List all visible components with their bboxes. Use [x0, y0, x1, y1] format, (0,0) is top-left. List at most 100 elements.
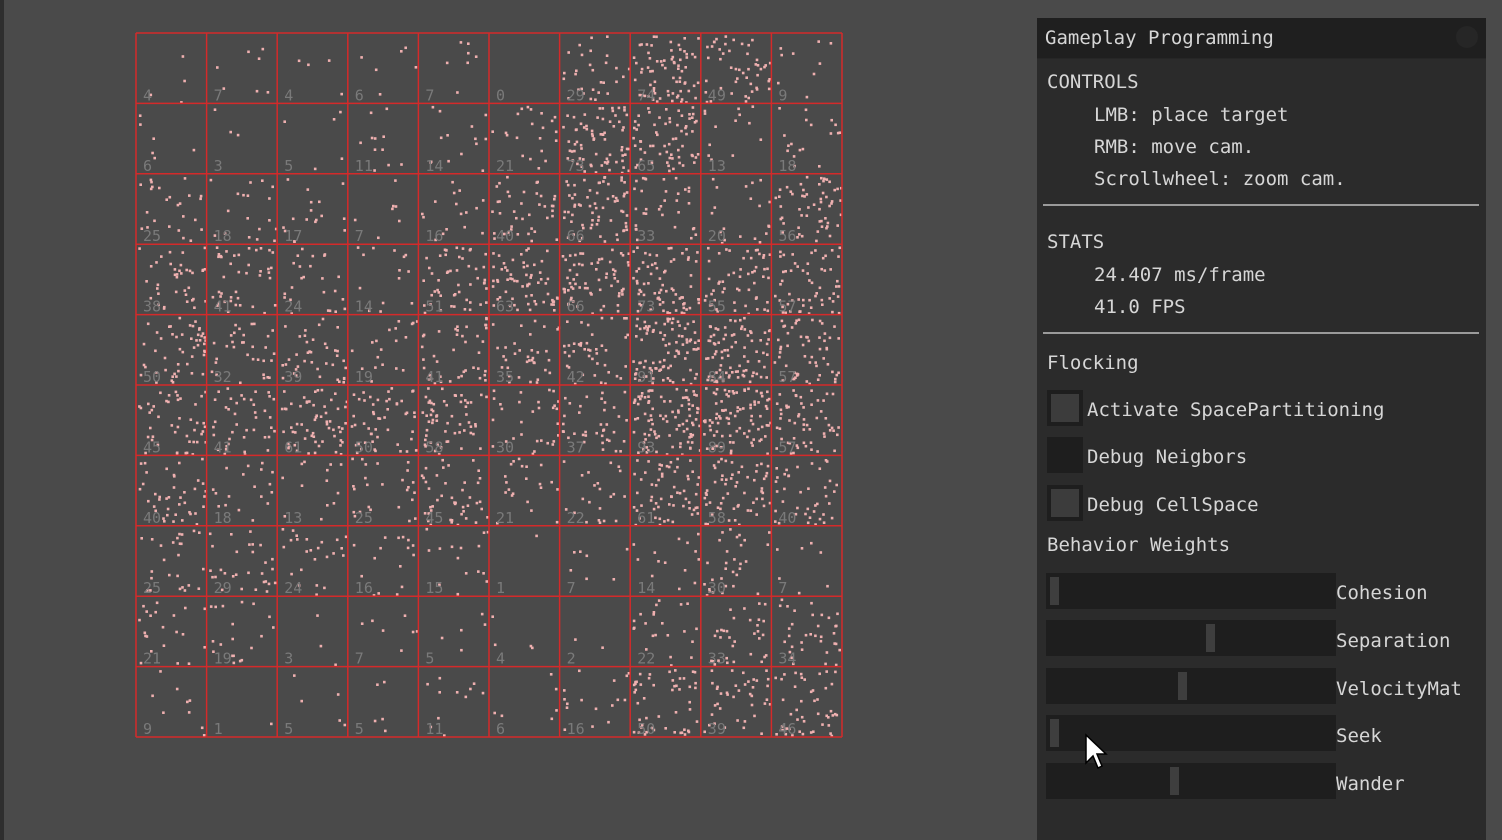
agent: [667, 142, 671, 146]
agent: [183, 589, 187, 592]
agent: [653, 433, 657, 436]
slider-thumb[interactable]: [1178, 672, 1188, 700]
separation-slider[interactable]: [1046, 620, 1336, 656]
agent: [460, 152, 463, 156]
agent: [653, 551, 657, 554]
agent: [479, 303, 482, 306]
agent: [159, 544, 163, 547]
cell-count-label: 11: [355, 157, 373, 175]
agent: [314, 440, 317, 444]
collapse-button[interactable]: [1456, 26, 1478, 48]
debug-cellspace-checkbox[interactable]: [1047, 485, 1083, 521]
agent: [458, 423, 462, 426]
slider-thumb[interactable]: [1205, 624, 1215, 652]
agent: [237, 270, 241, 274]
agent: [818, 165, 821, 168]
world-canvas[interactable]: 4 7 4 6 7 0 29 74 49 96 3 5 11 14 21 73 65 13 1825 18 17 7 16 4…: [0, 0, 1000, 840]
agent: [590, 129, 594, 133]
agent: [575, 128, 578, 131]
agent: [203, 342, 206, 346]
agent: [835, 373, 839, 377]
agent: [302, 275, 305, 279]
agent: [730, 669, 734, 672]
agent: [246, 353, 249, 357]
agent: [438, 547, 442, 550]
agent: [335, 538, 339, 542]
agent: [799, 182, 803, 186]
agent: [766, 390, 769, 394]
agent: [790, 622, 794, 626]
agent: [687, 477, 690, 481]
agent: [367, 427, 370, 430]
agent: [677, 43, 681, 47]
agent: [460, 394, 463, 397]
slider-thumb[interactable]: [1170, 767, 1180, 795]
agent: [790, 645, 794, 649]
agent: [805, 423, 809, 427]
debug-neighbors-checkbox[interactable]: [1047, 437, 1083, 473]
agent: [145, 635, 149, 638]
debug-neighbors-label[interactable]: Debug Neigbors: [1087, 446, 1247, 468]
agent: [692, 320, 695, 323]
agent: [263, 409, 267, 413]
agent: [801, 269, 805, 272]
velocity-match-slider[interactable]: [1046, 668, 1336, 704]
agent: [524, 294, 528, 298]
agent: [298, 335, 302, 338]
agent: [728, 249, 731, 252]
space-partitioning-label[interactable]: Activate SpacePartitioning: [1087, 399, 1384, 421]
agent: [616, 309, 620, 313]
agent: [192, 346, 196, 349]
agent: [316, 389, 320, 392]
cohesion-slider[interactable]: [1046, 573, 1336, 609]
cell-count-label: 13: [708, 157, 726, 175]
agent: [639, 361, 642, 364]
agent: [506, 175, 509, 179]
panel-titlebar[interactable]: Gameplay Programming: [1037, 18, 1486, 59]
agent: [196, 333, 200, 337]
agent: [707, 56, 710, 60]
agent: [818, 207, 821, 211]
slider-thumb[interactable]: [1050, 577, 1059, 605]
agent: [603, 363, 607, 367]
agent: [596, 482, 600, 485]
agent: [778, 107, 781, 110]
agent: [766, 684, 769, 688]
agent: [436, 288, 439, 292]
cell-count-label: 9: [778, 86, 787, 104]
agent: [151, 151, 154, 155]
cell-count-label: 40: [778, 509, 796, 527]
debug-cellspace-label[interactable]: Debug CellSpace: [1087, 494, 1259, 516]
space-partitioning-checkbox[interactable]: [1047, 390, 1083, 426]
agent: [659, 60, 663, 63]
agent: [598, 288, 602, 292]
agent: [721, 409, 724, 412]
agent: [640, 67, 644, 71]
agent: [691, 130, 694, 133]
agent: [710, 211, 714, 215]
agent: [410, 302, 414, 305]
agent: [153, 156, 156, 160]
agent: [504, 131, 508, 135]
agent: [763, 267, 766, 271]
agent: [469, 283, 472, 286]
agent: [681, 422, 685, 426]
agent: [165, 497, 168, 500]
cell-count-label: 30: [496, 438, 514, 456]
agent: [804, 108, 808, 112]
agent: [563, 351, 567, 354]
slider-thumb[interactable]: [1050, 719, 1059, 747]
agent: [703, 112, 707, 115]
agent: [760, 490, 763, 493]
agent: [743, 432, 746, 435]
agent: [284, 325, 287, 328]
agent: [794, 394, 798, 397]
agent: [705, 387, 708, 390]
game-world[interactable]: 4 7 4 6 7 0 29 74 49 9 6 3 5 11 14 21 73 65 13 18 25 18 17 7 16 4…: [0, 0, 1000, 840]
agent: [300, 568, 303, 572]
agent: [222, 275, 226, 279]
agent: [454, 501, 457, 505]
agent: [822, 521, 826, 524]
agent: [491, 130, 494, 133]
agent: [469, 247, 472, 251]
